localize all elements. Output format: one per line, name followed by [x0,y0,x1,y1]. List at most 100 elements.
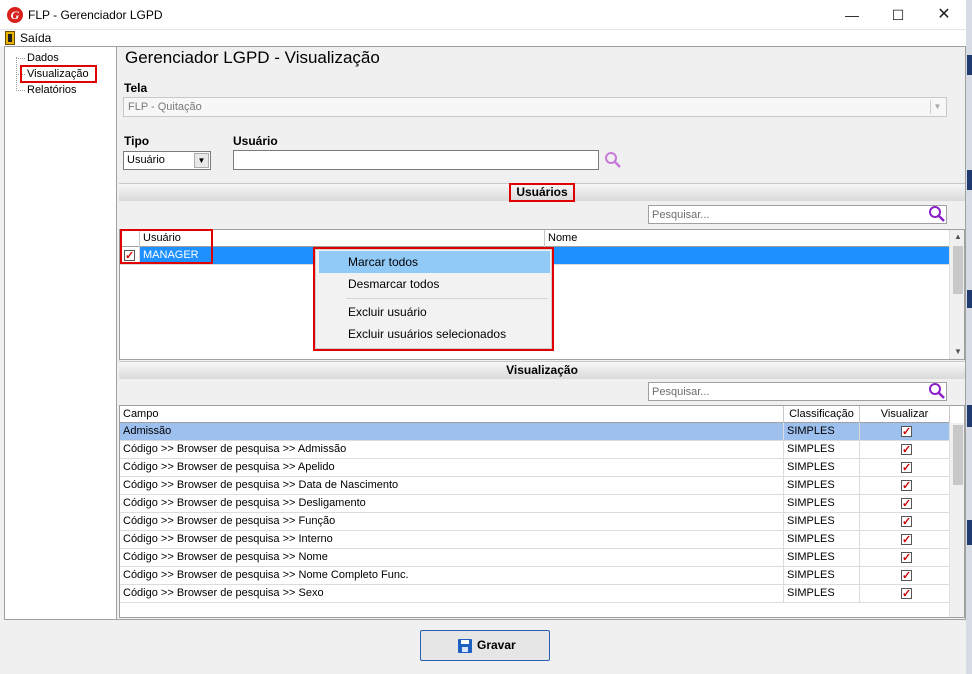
cell-campo: Código >> Browser de pesquisa >> Nome [120,549,784,566]
visualizar-checkbox[interactable] [901,424,912,440]
visualizar-checkbox[interactable] [901,442,912,458]
cell-visualizar[interactable] [860,423,950,440]
cell-classificacao: SIMPLES [784,531,860,548]
cell-classificacao: SIMPLES [784,585,860,602]
visualizacao-section-title: Visualização [506,363,578,377]
menu-exit[interactable]: Saída [20,31,51,45]
page-title: Gerenciador LGPD - Visualização [125,48,380,67]
navigation-tree: Dados Visualização Relatórios [4,46,117,620]
cell-classificacao: SIMPLES [784,549,860,566]
column-nome[interactable]: Nome [545,230,950,247]
visualizar-checkbox[interactable] [901,460,912,476]
title-bar: G FLP - Gerenciador LGPD — ☐ ✕ [0,0,966,30]
column-visualizar[interactable]: Visualizar [860,406,950,423]
scroll-thumb[interactable] [953,425,963,485]
cell-classificacao: SIMPLES [784,495,860,512]
chevron-down-icon[interactable]: ▼ [194,153,209,168]
usuario-label: Usuário [233,134,278,148]
visualizar-checkbox[interactable] [901,478,912,494]
table-row[interactable]: Código >> Browser de pesquisa >> Nome Co… [120,567,950,585]
maximize-button[interactable]: ☐ [875,0,921,30]
table-row[interactable]: Código >> Browser de pesquisa >> Apelido… [120,459,950,477]
cell-campo: Código >> Browser de pesquisa >> Admissã… [120,441,784,458]
cell-visualizar[interactable] [860,441,950,458]
cell-visualizar[interactable] [860,531,950,548]
window-title: FLP - Gerenciador LGPD [28,8,163,22]
minimize-button[interactable]: — [829,0,875,30]
table-row[interactable]: Código >> Browser de pesquisa >> Data de… [120,477,950,495]
close-button[interactable]: ✕ [921,0,967,30]
visualizar-checkbox[interactable] [901,514,912,530]
visualizar-checkbox[interactable] [901,532,912,548]
highlight-box [20,65,97,83]
save-button[interactable]: Gravar [420,630,550,661]
column-classificacao[interactable]: Classificação [784,406,860,423]
cell-classificacao: SIMPLES [784,459,860,476]
cell-campo: Código >> Browser de pesquisa >> Nome Co… [120,567,784,584]
usuarios-scrollbar[interactable]: ▲ ▼ [949,230,964,359]
tela-label: Tela [124,81,148,95]
exit-door-icon[interactable] [5,31,15,45]
cell-classificacao: SIMPLES [784,513,860,530]
cell-classificacao: SIMPLES [784,441,860,458]
tipo-label: Tipo [124,134,150,148]
tree-item-relatorios[interactable]: Relatórios [27,84,77,96]
search-icon[interactable] [928,382,946,400]
cell-visualizar[interactable] [860,495,950,512]
visualizar-checkbox[interactable] [901,586,912,602]
scroll-down-icon[interactable]: ▼ [950,345,964,359]
cell-campo: Código >> Browser de pesquisa >> Função [120,513,784,530]
background-window-edge [966,0,972,674]
tipo-select-value: Usuário [127,154,165,166]
table-row[interactable]: Código >> Browser de pesquisa >> Interno… [120,531,950,549]
visualizacao-grid-header: Campo Classificação Visualizar [120,406,950,423]
tela-select: FLP - Quitação ▼ [123,97,947,117]
search-icon[interactable] [604,151,622,169]
cell-classificacao: SIMPLES [784,423,860,440]
table-row[interactable]: Código >> Browser de pesquisa >> Sexo SIM… [120,585,950,603]
usuario-input[interactable] [233,150,599,170]
visualizar-checkbox[interactable] [901,568,912,584]
cell-visualizar[interactable] [860,459,950,476]
column-campo[interactable]: Campo [120,406,784,423]
tipo-select[interactable]: Usuário ▼ [123,151,211,170]
tree-item-dados[interactable]: Dados [27,52,59,64]
visualizacao-section-header: Visualização [119,361,965,379]
cell-campo: Admissão [120,423,784,440]
scroll-up-icon[interactable]: ▲ [950,230,964,244]
cell-campo: Código >> Browser de pesquisa >> Sexo [120,585,784,602]
search-icon[interactable] [928,205,946,223]
visualizar-checkbox[interactable] [901,496,912,512]
highlight-box [509,183,575,202]
cell-classificacao: SIMPLES [784,567,860,584]
cell-visualizar[interactable] [860,513,950,530]
table-row[interactable]: Código >> Browser de pesquisa >> Função S… [120,513,950,531]
cell-visualizar[interactable] [860,477,950,494]
save-button-label: Gravar [477,638,516,652]
table-row[interactable]: Código >> Browser de pesquisa >> Nome SIM… [120,549,950,567]
cell-campo: Código >> Browser de pesquisa >> Apelido [120,459,784,476]
cell-visualizar[interactable] [860,567,950,584]
app-logo-icon: G [7,7,23,23]
scroll-thumb[interactable] [953,246,963,294]
table-row[interactable]: Código >> Browser de pesquisa >> Desliga… [120,495,950,513]
usuarios-grid-header: Usuário Nome [120,230,950,247]
visualizacao-search-input[interactable] [648,382,947,401]
cell-campo: Código >> Browser de pesquisa >> Desliga… [120,495,784,512]
highlight-box [313,247,554,351]
visualizar-checkbox[interactable] [901,550,912,566]
visualizacao-grid: Campo Classificação Visualizar Admissão S… [119,405,965,618]
highlight-box [120,229,213,264]
cell-nome [545,247,950,264]
cell-campo: Código >> Browser de pesquisa >> Data de… [120,477,784,494]
cell-visualizar[interactable] [860,549,950,566]
table-row[interactable]: Admissão SIMPLES [120,423,950,441]
usuarios-search-input[interactable] [648,205,947,224]
visualizacao-scrollbar[interactable] [949,423,964,617]
menu-bar: Saída [0,30,966,46]
cell-classificacao: SIMPLES [784,477,860,494]
cell-visualizar[interactable] [860,585,950,602]
chevron-down-icon: ▼ [930,100,944,114]
table-row[interactable]: Código >> Browser de pesquisa >> Admissã… [120,441,950,459]
tela-select-value: FLP - Quitação [128,101,202,113]
